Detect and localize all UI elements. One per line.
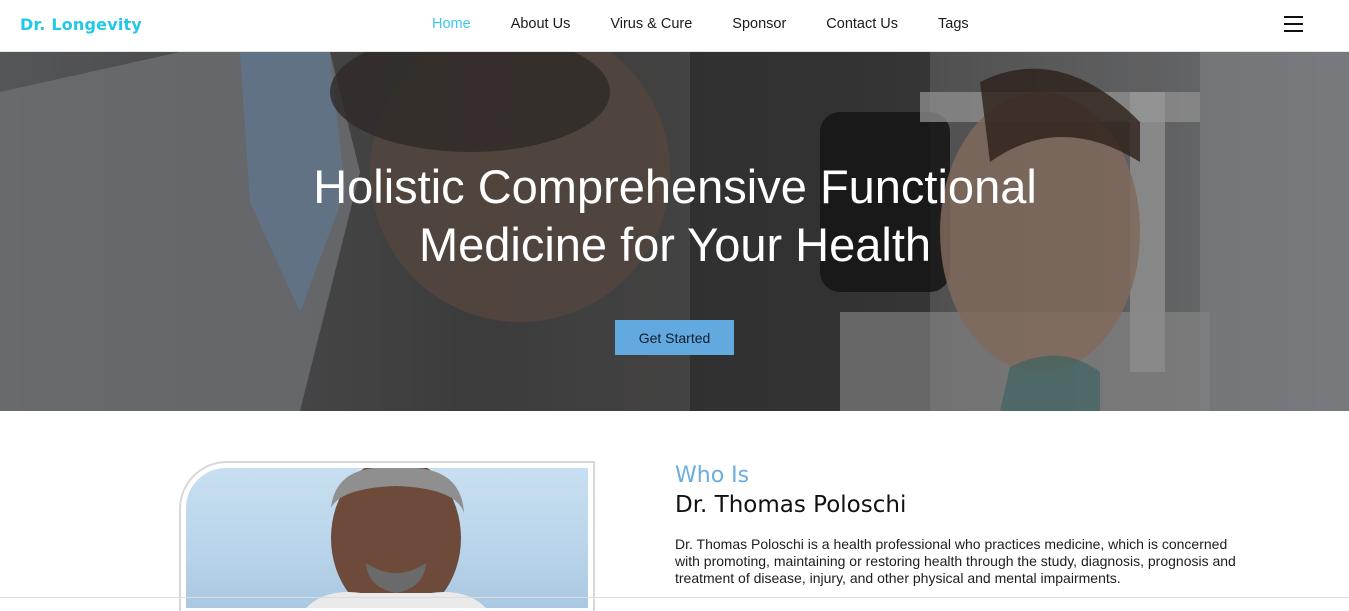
nav-sponsor[interactable]: Sponsor bbox=[732, 16, 786, 32]
main-nav: Home About Us Virus & Cure Sponsor Conta… bbox=[432, 16, 1009, 32]
get-started-button[interactable]: Get Started bbox=[615, 320, 734, 355]
who-is-kicker: Who Is bbox=[675, 463, 750, 488]
nav-contact-us[interactable]: Contact Us bbox=[826, 16, 898, 32]
doctor-name-heading: Dr. Thomas Poloschi bbox=[675, 492, 907, 518]
nav-about-us[interactable]: About Us bbox=[511, 16, 571, 32]
site-header: Dr. Longevity Home About Us Virus & Cure… bbox=[0, 0, 1349, 52]
nav-home[interactable]: Home bbox=[432, 16, 471, 32]
doctor-portrait-image bbox=[306, 468, 486, 608]
hero-title: Holistic Comprehensive Functional Medici… bbox=[250, 158, 1100, 274]
doctor-description: Dr. Thomas Poloschi is a health professi… bbox=[675, 536, 1236, 586]
site-logo[interactable]: Dr. Longevity bbox=[20, 15, 142, 34]
nav-virus-cure[interactable]: Virus & Cure bbox=[610, 16, 692, 32]
doctor-photo bbox=[186, 468, 588, 608]
hamburger-icon[interactable] bbox=[1284, 16, 1303, 35]
hero-title-line-1: Holistic Comprehensive Functional bbox=[313, 160, 1037, 213]
hero-section: Holistic Comprehensive Functional Medici… bbox=[0, 52, 1349, 411]
hero-title-line-2: Medicine for Your Health bbox=[418, 218, 932, 271]
divider bbox=[0, 597, 1349, 598]
nav-tags[interactable]: Tags bbox=[938, 16, 969, 32]
